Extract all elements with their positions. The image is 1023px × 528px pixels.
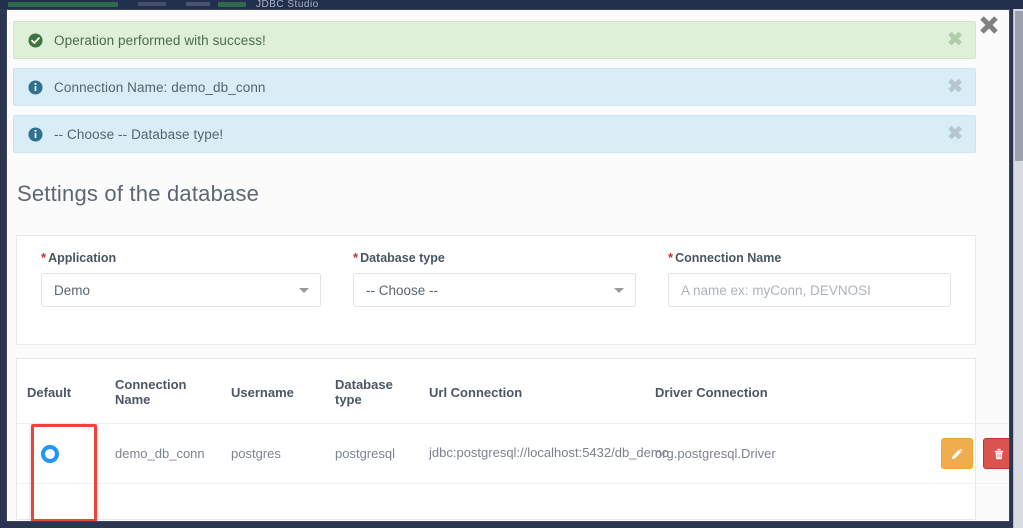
table-body: demo_db_conn postgres postgresql jdbc:po… (17, 423, 1009, 484)
info-circle-icon (28, 79, 43, 95)
table-header-row: Default Connection Name Username Databas… (17, 359, 1009, 424)
trash-icon (992, 447, 1006, 461)
app-root: JDBC Studio Operation performed with suc… (0, 0, 1023, 528)
background-chip-b (186, 2, 210, 6)
cell-database-type: postgresql (327, 423, 421, 484)
page-scrollbar[interactable] (1013, 9, 1023, 528)
database-type-select[interactable]: -- Choose -- (353, 273, 636, 307)
column-header-url-connection: Url Connection (421, 359, 647, 424)
settings-modal-panel: Operation performed with success! ✖ Conn… (6, 9, 1010, 522)
column-header-database-type: Database type (327, 359, 421, 424)
database-type-select-value: -- Choose -- (366, 282, 439, 298)
required-marker: * (41, 250, 47, 265)
background-logo (8, 2, 118, 7)
field-application: * Application Demo (41, 250, 325, 307)
application-label-text: Application (48, 251, 117, 265)
alert-success: Operation performed with success! ✖ (13, 21, 976, 59)
alert-list: Operation performed with success! ✖ Conn… (13, 21, 976, 162)
pencil-icon (950, 447, 964, 461)
column-header-connection-name: Connection Name (107, 359, 223, 424)
column-header-username: Username (223, 359, 327, 424)
form-row: * Application Demo * Database type -- Choo… (17, 236, 975, 307)
connection-name-label-text: Connection Name (675, 251, 782, 265)
alert-info-connection-name-message: Connection Name: demo_db_conn (54, 79, 266, 95)
alert-info-database-type: -- Choose -- Database type! ✖ (13, 115, 976, 153)
alert-info-database-type-message: -- Choose -- Database type! (54, 126, 224, 142)
check-circle-icon (28, 32, 43, 48)
column-header-default: Default (17, 359, 107, 424)
application-select-value: Demo (54, 282, 91, 298)
database-settings-form: * Application Demo * Database type -- Choo… (16, 235, 976, 345)
alert-info-connection-name: Connection Name: demo_db_conn ✖ (13, 68, 976, 106)
application-select[interactable]: Demo (41, 273, 321, 307)
edit-connection-button[interactable] (941, 438, 974, 469)
required-marker: * (353, 250, 359, 265)
chevron-down-icon (614, 288, 624, 293)
column-header-actions (893, 359, 1009, 424)
connections-table-panel: Default Connection Name Username Databas… (16, 358, 1009, 521)
connections-table: Default Connection Name Username Databas… (17, 359, 1009, 484)
alert-close-button[interactable]: ✖ (947, 125, 963, 144)
alert-close-button[interactable]: ✖ (947, 78, 963, 97)
delete-connection-button[interactable] (983, 438, 1009, 469)
database-type-label-text: Database type (360, 251, 445, 265)
cell-driver-connection: org.postgresql.Driver (647, 423, 893, 484)
cell-url-connection: jdbc:postgresql://localhost:5432/db_demo (421, 423, 669, 484)
close-icon[interactable] (975, 11, 1003, 39)
required-marker: * (668, 250, 674, 265)
background-page-strip: JDBC Studio (0, 0, 1023, 9)
table-row: demo_db_conn postgres postgresql jdbc:po… (17, 423, 1009, 484)
table-head: Default Connection Name Username Databas… (17, 359, 1009, 424)
background-page-title: JDBC Studio (256, 0, 319, 7)
field-connection-name: * Connection Name A name ex: myConn, DEVN… (668, 250, 951, 307)
page-scrollbar-thumb[interactable] (1015, 11, 1023, 161)
field-database-type: * Database type -- Choose -- (353, 250, 636, 307)
connection-name-label: * Connection Name (668, 250, 951, 265)
chevron-down-icon (299, 288, 309, 293)
application-label: * Application (41, 250, 325, 265)
background-chip-c (218, 2, 246, 7)
connection-name-input[interactable]: A name ex: myConn, DEVNOSI (668, 273, 951, 307)
alert-close-button[interactable]: ✖ (947, 31, 963, 50)
background-chip-a (138, 2, 166, 6)
alert-success-message: Operation performed with success! (54, 32, 266, 48)
cell-username: postgres (223, 423, 327, 484)
connection-name-placeholder: A name ex: myConn, DEVNOSI (681, 282, 871, 298)
info-circle-icon (28, 126, 43, 142)
column-header-driver-connection: Driver Connection (647, 359, 893, 424)
database-type-label: * Database type (353, 250, 636, 265)
page-title: Settings of the database (17, 181, 260, 206)
cell-default (17, 423, 107, 484)
cell-connection-name: demo_db_conn (107, 423, 223, 484)
cell-actions (893, 423, 1009, 484)
default-connection-radio[interactable] (41, 444, 59, 463)
